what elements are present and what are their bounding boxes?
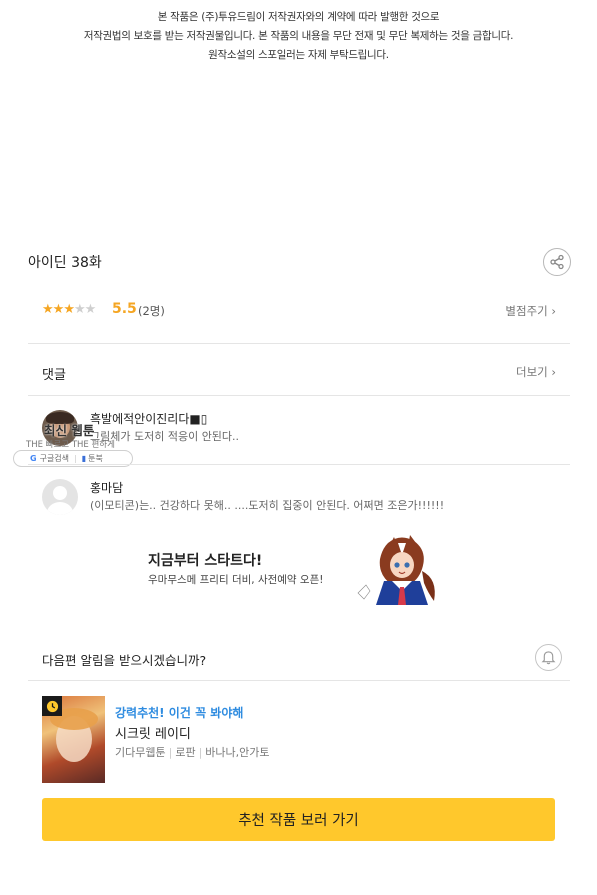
recommendation-title: 시크릿 레이디: [115, 727, 191, 742]
character-illustration: [357, 535, 435, 605]
meta-category: 기다무웹툰: [115, 746, 166, 759]
alert-toggle-button[interactable]: [535, 644, 562, 671]
recommendation-thumbnail: [42, 696, 105, 783]
copyright-notice: 본 작품은 (주)투유드림이 저작권자와의 계약에 따라 발행한 것으로 저작권…: [0, 8, 597, 65]
comment-text: (이모티콘)는.. 건강하다 못해.. ....도저히 집중이 안된다. 어쩌면…: [90, 499, 445, 512]
divider: [28, 464, 570, 465]
comments-header: 댓글: [42, 368, 66, 383]
avatar: [42, 479, 78, 515]
notice-line-1: 본 작품은 (주)투유드림이 저작권자와의 계약에 따라 발행한 것으로: [157, 11, 440, 23]
comment-item: 흑발에적안이진리다■▯ 그림체가 도저히 적응이 안된다..: [42, 410, 562, 450]
banner-subtitle: 우마무스메 프리티 더비, 사전예약 오픈!: [148, 574, 324, 586]
notice-line-2: 저작권법의 보호를 받는 저작권물입니다. 본 작품의 내용을 무단 전재 및 …: [83, 30, 514, 42]
toonbook-label: 툰북: [88, 454, 103, 463]
rating-row: ★★★★★ 5.5 (2명) 별점주기 ›: [42, 301, 556, 320]
thumbnail-badge: [42, 696, 62, 716]
comment-item: 홍마담 (이모티콘)는.. 건강하다 못해.. ....도저히 집중이 안된다.…: [42, 479, 562, 519]
star-rating: ★★★★★: [42, 302, 97, 317]
star-filled-icon: ★: [52, 302, 65, 317]
recommendation-card[interactable]: 강력추천! 이건 꼭 봐야해 시크릿 레이디 기다무웹툰 | 로판 | 바나나,안가토: [42, 696, 562, 783]
meta-genre: 로판: [175, 746, 196, 759]
book-icon: ▮: [81, 454, 87, 463]
meta-authors: 바나나,안가토: [205, 746, 270, 759]
divider: [28, 680, 570, 681]
star-filled-icon: ★: [63, 302, 75, 317]
banner-title: 지금부터 스타트다!: [148, 553, 263, 569]
separator: |: [74, 454, 77, 463]
rate-button[interactable]: 별점주기 ›: [505, 303, 556, 319]
alert-question: 다음편 알림을 받으시겠습니까?: [42, 653, 207, 668]
notice-line-3: 원작소설의 스포일러는 자제 부탁드립니다.: [208, 49, 389, 61]
comment-author: 홍마담: [90, 481, 124, 495]
recommendation-tag: 강력추천! 이건 꼭 봐야해: [115, 706, 244, 720]
divider: [28, 343, 570, 344]
star-empty-icon: ★: [84, 302, 97, 317]
google-icon: G: [30, 454, 37, 463]
bell-icon: [541, 651, 556, 665]
comment-author: 흑발에적안이진리다■▯: [90, 412, 208, 426]
overlay-title: 최신 웹툰: [44, 423, 95, 438]
episode-title: 아이딘 38화: [28, 255, 102, 271]
share-button[interactable]: [543, 248, 571, 276]
clock-icon: [46, 700, 58, 712]
share-icon: [550, 254, 564, 270]
star-filled-icon: ★: [42, 302, 54, 317]
rating-score: 5.5: [112, 301, 137, 317]
divider: [28, 395, 570, 396]
view-recommendations-button[interactable]: 추천 작품 보러 가기: [42, 798, 555, 841]
ad-banner[interactable]: 지금부터 스타트다! 우마무스메 프리티 더비, 사전예약 오픈!: [148, 535, 448, 605]
comments-more-link[interactable]: 더보기 ›: [516, 364, 556, 380]
search-label: 구글검색: [39, 454, 70, 463]
rating-count: (2명): [138, 304, 165, 318]
overlay-subtitle: THE 빠르고 THE 편하게: [26, 440, 115, 450]
star-empty-icon: ★: [73, 302, 86, 317]
recommendation-meta: 기다무웹툰 | 로판 | 바나나,안가토: [115, 746, 270, 759]
